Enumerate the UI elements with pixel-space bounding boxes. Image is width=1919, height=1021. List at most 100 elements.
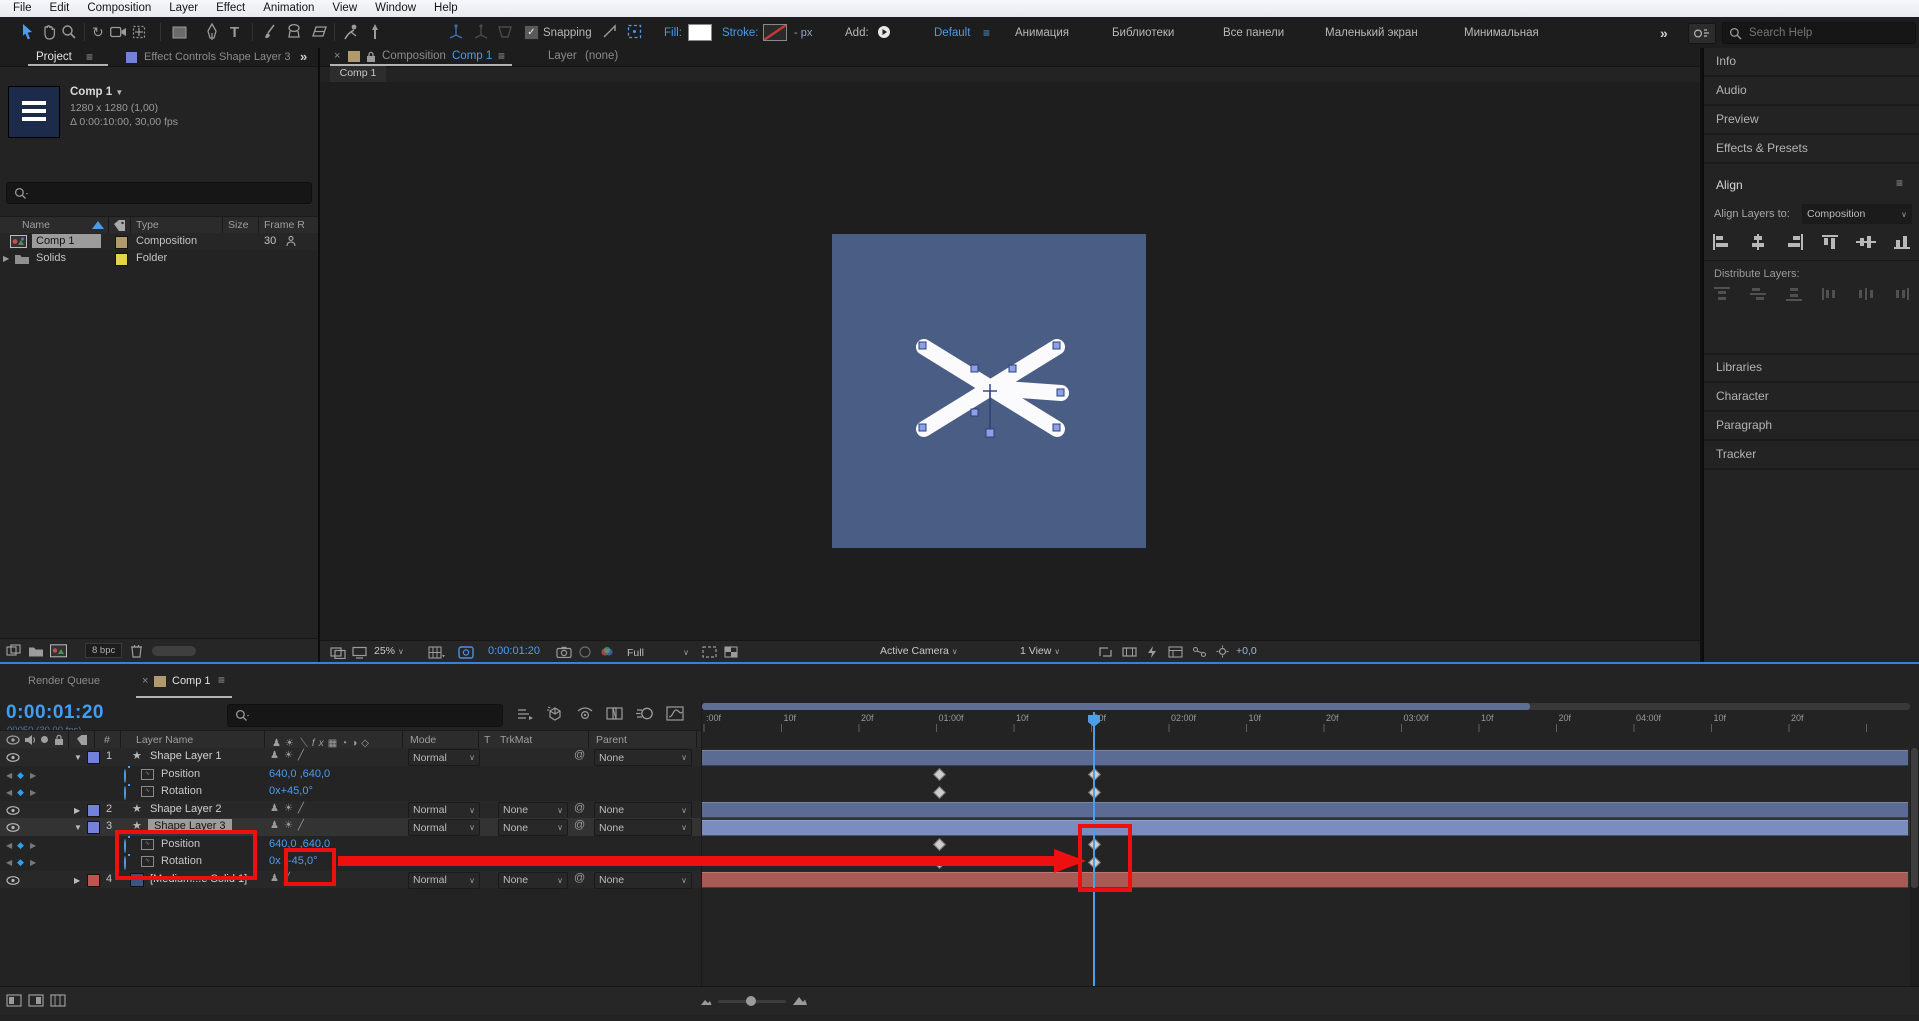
zoom-in-mountain-icon[interactable] (792, 994, 808, 1006)
parent-dropdown[interactable]: None ∨ (594, 801, 692, 819)
pixel-aspect-correction-icon[interactable] (1122, 646, 1137, 658)
property-row-shape1-rotation[interactable]: ◀ ◆ ▶ ∿ Rotation 0x+45,0° (0, 783, 1919, 801)
hand-tool[interactable] (41, 24, 57, 40)
align-vertical-center-button[interactable] (1856, 234, 1877, 250)
view-layout-menu[interactable]: 1 View ∨ (1020, 645, 1060, 657)
layer-name[interactable]: Shape Layer 2 (150, 803, 222, 815)
align-target-dropdown[interactable]: Composition ∨ (1802, 204, 1912, 224)
timeline-tab-close-icon[interactable]: × (142, 675, 148, 687)
viewer-timecode[interactable]: 0:00:01:20 (488, 645, 540, 657)
sidebar-panel-3[interactable]: Tracker (1704, 441, 1919, 470)
new-folder-icon[interactable] (28, 644, 44, 658)
sidebar-panel-2[interactable]: Paragraph (1704, 412, 1919, 441)
eye-icon[interactable] (6, 875, 20, 885)
zoom-tool[interactable] (61, 24, 77, 40)
distribute-horizontal-center-button[interactable] (1856, 286, 1876, 302)
share-view-icon[interactable] (1098, 646, 1113, 658)
composition-tab-comp-name[interactable]: Comp 1 (452, 50, 492, 62)
stroke-swatch[interactable] (763, 24, 787, 41)
world-axis-mode-icon[interactable] (472, 23, 490, 41)
sidebar-panel-2[interactable]: Preview (1704, 106, 1919, 135)
prev-keyframe-icon[interactable]: ◀ (6, 788, 12, 797)
layer-color-swatch[interactable] (87, 821, 100, 834)
graph-icon[interactable]: ∿ (141, 768, 154, 780)
layer-tab-label[interactable]: Layer (548, 50, 577, 62)
label-swatch-tan[interactable] (115, 236, 128, 249)
project-flowchart-pill[interactable] (152, 646, 196, 656)
property-name[interactable]: Rotation (161, 785, 202, 797)
project-search-box[interactable] (6, 182, 312, 204)
disclosure-triangle-icon[interactable]: ▶ (74, 806, 80, 815)
layer-switches[interactable]: ♟☀╱ (270, 820, 309, 831)
layer-row-shape3[interactable]: ▼ 3 ★ Shape Layer 3 ♟☀╱ Normal ∨ None ∨ @ … (0, 818, 1919, 836)
column-mode[interactable]: Mode (410, 734, 436, 746)
distribute-bottom-button[interactable] (1784, 286, 1804, 302)
frame-blending-icon[interactable] (606, 706, 624, 721)
puppet-pin-tool[interactable] (368, 23, 382, 41)
parent-pickwhip-icon[interactable]: @ (574, 820, 585, 831)
panel-tab-overflow-chevron[interactable]: » (300, 49, 307, 64)
snapping-checkbox[interactable]: ✓ (524, 25, 539, 40)
shape-layer-artwork[interactable] (879, 281, 1099, 501)
distribute-left-button[interactable] (1820, 286, 1840, 302)
layer-color-swatch[interactable] (87, 751, 100, 764)
show-channel-icon[interactable] (600, 646, 614, 658)
sidebar-panel-0[interactable]: Info (1704, 48, 1919, 77)
tab-effect-controls[interactable]: Effect Controls Shape Layer 3 (144, 51, 291, 63)
graph-editor-icon[interactable] (666, 706, 684, 721)
current-timecode[interactable]: 0:00:01:20 (6, 702, 104, 724)
resolution-menu[interactable]: Full ∨ (622, 644, 694, 661)
sidebar-panel-1[interactable]: Audio (1704, 77, 1919, 106)
menu-5[interactable]: Animation (254, 0, 323, 17)
project-row2-name[interactable]: Solids (36, 252, 66, 264)
parent-pickwhip-icon[interactable]: @ (574, 802, 585, 814)
column-trkmat[interactable]: TrkMat (500, 734, 532, 746)
property-name[interactable]: Position (161, 768, 200, 780)
brush-tool[interactable] (262, 23, 278, 41)
timeline-search-input[interactable] (254, 707, 498, 724)
column-name[interactable]: Name (22, 219, 50, 231)
mini-flowchart-icon[interactable] (516, 706, 534, 722)
property-row-shape1-position[interactable]: ◀ ◆ ▶ ∿ Position 640,0 ,640,0 (0, 765, 1919, 783)
time-navigator-thumb[interactable] (702, 703, 1530, 710)
reset-exposure-icon[interactable] (1216, 645, 1229, 658)
workspace-default[interactable]: Default (934, 27, 970, 39)
sidebar-panel-1[interactable]: Character (1704, 383, 1919, 412)
layer-duration-bar-selected[interactable] (702, 819, 1908, 836)
playhead-head[interactable] (1087, 714, 1101, 728)
workspace-minimal[interactable]: Минимальная (1464, 27, 1539, 39)
rotate-tool[interactable]: ↻ (92, 25, 104, 39)
layer-color-swatch[interactable] (87, 873, 100, 887)
menu-8[interactable]: Help (425, 0, 467, 17)
layer-duration-bar[interactable] (702, 749, 1908, 766)
help-search-box[interactable] (1722, 22, 1916, 44)
exposure-value[interactable]: +0,0 (1236, 645, 1257, 657)
keyframe-toggle-icon[interactable]: ◆ (17, 787, 24, 798)
column-t[interactable]: T (484, 734, 490, 746)
help-search-input[interactable] (1747, 24, 1911, 42)
prev-keyframe-icon[interactable]: ◀ (6, 771, 12, 780)
transparency-grid-icon[interactable] (724, 646, 738, 658)
keyframe-diamond[interactable] (933, 785, 946, 799)
magnification-menu[interactable]: 25% ∨ (374, 645, 404, 657)
parent-dropdown[interactable]: None ∨ (594, 749, 692, 766)
menu-0[interactable]: File (4, 0, 41, 17)
layer-switches[interactable]: ♟☀╱ (270, 803, 309, 814)
label-swatch-yellow[interactable] (115, 253, 128, 266)
camera-menu[interactable]: Active Camera ∨ (880, 645, 958, 657)
column-layer-name[interactable]: Layer Name (136, 734, 193, 746)
layer-switches[interactable]: ♟☀╱ (270, 750, 309, 761)
primary-viewer-icon[interactable] (352, 646, 367, 659)
bit-depth-button[interactable]: 8 bpc (85, 643, 123, 658)
snap-along-edges-icon[interactable] (602, 24, 617, 39)
distribute-top-button[interactable] (1712, 286, 1732, 302)
keyframe-diamond[interactable] (1088, 768, 1101, 781)
parent-dropdown[interactable]: None ∨ (594, 819, 692, 836)
workspace-overflow-chevron[interactable]: » (1660, 25, 1668, 41)
toggle-transfer-controls-icon[interactable] (28, 994, 44, 1007)
composition-tab-close-icon[interactable]: × (334, 50, 340, 62)
project-row-comp1[interactable]: Comp 1 Composition 30 (0, 233, 318, 250)
menu-7[interactable]: Window (366, 0, 425, 17)
stopwatch-icon[interactable] (124, 786, 126, 800)
keyframe-toggle-icon[interactable]: ◆ (17, 840, 24, 851)
